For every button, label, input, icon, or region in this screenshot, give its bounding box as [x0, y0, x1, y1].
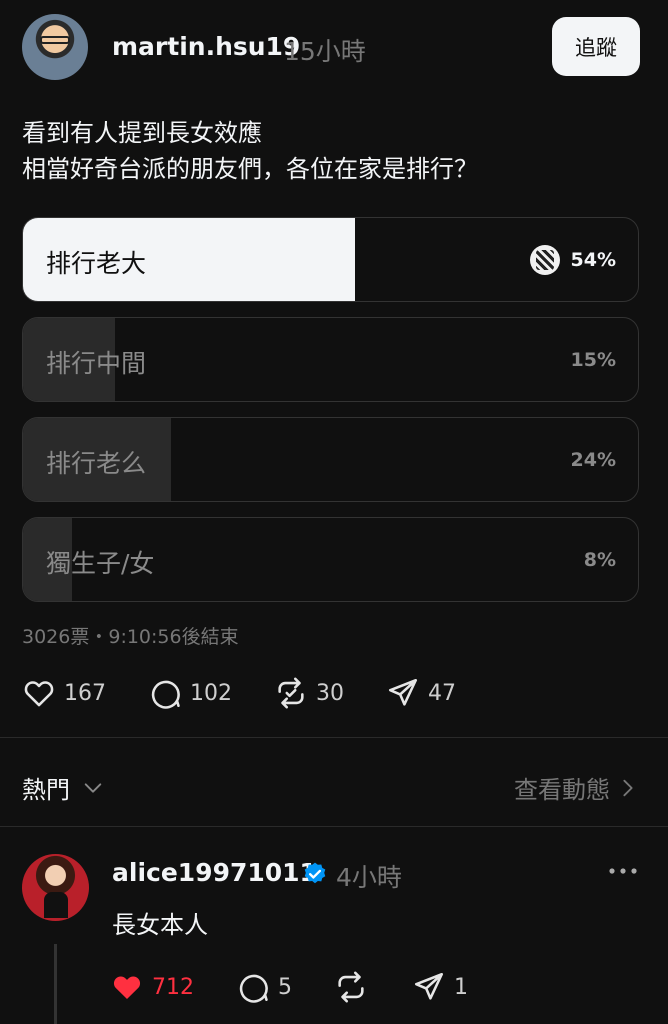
reply-like-button[interactable]: 712 — [110, 970, 194, 1004]
poll-meta: 3026票・9:10:56後結束 — [22, 626, 239, 648]
more-options-icon[interactable] — [608, 866, 638, 876]
reply-repost-button[interactable] — [334, 970, 368, 1004]
reply-author-avatar[interactable] — [22, 854, 89, 921]
comment-button[interactable]: 102 — [148, 676, 232, 710]
poll-option-percent: 15% — [570, 349, 616, 371]
poll-option-3[interactable]: 排行老么 24% — [22, 417, 639, 502]
divider — [0, 737, 668, 738]
post-time: 15小時 — [284, 37, 366, 66]
reply-comment-count: 5 — [278, 974, 292, 1000]
divider — [0, 826, 668, 827]
heart-icon — [24, 681, 54, 707]
reply-text: 長女本人 — [112, 911, 208, 939]
reply-share-button[interactable]: 1 — [412, 970, 468, 1004]
avatar-glasses — [40, 36, 70, 44]
poll-option-label: 排行老大 — [46, 249, 147, 278]
sort-label: 熱門 — [22, 776, 70, 804]
poll-option-2[interactable]: 排行中間 15% — [22, 317, 639, 402]
poll-option-1[interactable]: 排行老大 54% — [22, 217, 639, 302]
post-header: martin.hsu19 15小時 追蹤 — [22, 14, 640, 80]
view-activity-label: 查看動態 — [514, 776, 610, 804]
send-icon — [388, 678, 418, 706]
author-username[interactable]: martin.hsu19 — [112, 32, 300, 61]
send-icon — [414, 972, 444, 1000]
sort-dropdown[interactable]: 熱門 — [22, 770, 104, 805]
post-text-line-2: 相當好奇台派的朋友們，各位在家是排行？ — [22, 155, 478, 183]
poll-option-label: 獨生子/女 — [46, 549, 155, 578]
poll-option-percent: 24% — [570, 449, 616, 471]
voter-avatar — [530, 245, 560, 275]
reply-share-count: 1 — [454, 974, 468, 1000]
like-count: 167 — [64, 680, 106, 706]
repost-icon — [278, 677, 304, 709]
chevron-right-icon — [623, 779, 633, 796]
heart-filled-icon — [113, 976, 141, 1000]
reply-time: 4小時 — [336, 863, 402, 892]
like-button[interactable]: 167 — [22, 676, 106, 710]
follow-button[interactable]: 追蹤 — [552, 17, 640, 76]
poll-option-label: 排行老么 — [46, 449, 147, 478]
repost-button[interactable]: 30 — [274, 676, 344, 710]
post-text-line-1: 看到有人提到長女效應 — [22, 119, 262, 147]
reply-like-count: 712 — [152, 974, 194, 1000]
comment-icon — [151, 680, 180, 709]
repost-icon — [338, 971, 364, 1003]
share-button[interactable]: 47 — [386, 676, 456, 710]
post-text: 看到有人提到長女效應 相當好奇台派的朋友們，各位在家是排行？ — [22, 115, 478, 187]
view-activity-link[interactable]: 查看動態 — [514, 770, 636, 805]
comment-count: 102 — [190, 680, 232, 706]
poll-option-percent: 8% — [583, 549, 616, 571]
poll-option-label: 排行中間 — [46, 349, 147, 378]
reply-comment-button[interactable]: 5 — [236, 970, 292, 1004]
reply-actions: 712 5 1 — [110, 970, 610, 1006]
poll-option-percent: 54% — [570, 249, 616, 271]
thread-line — [54, 944, 57, 1024]
poll-option-4[interactable]: 獨生子/女 8% — [22, 517, 639, 602]
poll: 排行老大 54% 排行中間 15% 排行老么 24% 獨生子/女 8% — [22, 217, 639, 617]
share-count: 47 — [428, 680, 456, 706]
comment-icon — [239, 974, 268, 1003]
repost-count: 30 — [316, 680, 344, 706]
chevron-down-icon — [84, 782, 102, 793]
verified-badge-icon — [304, 862, 326, 884]
reply-username[interactable]: alice19971011 — [112, 858, 317, 887]
author-avatar[interactable] — [22, 14, 88, 80]
post-actions: 167 102 30 47 — [22, 676, 642, 712]
